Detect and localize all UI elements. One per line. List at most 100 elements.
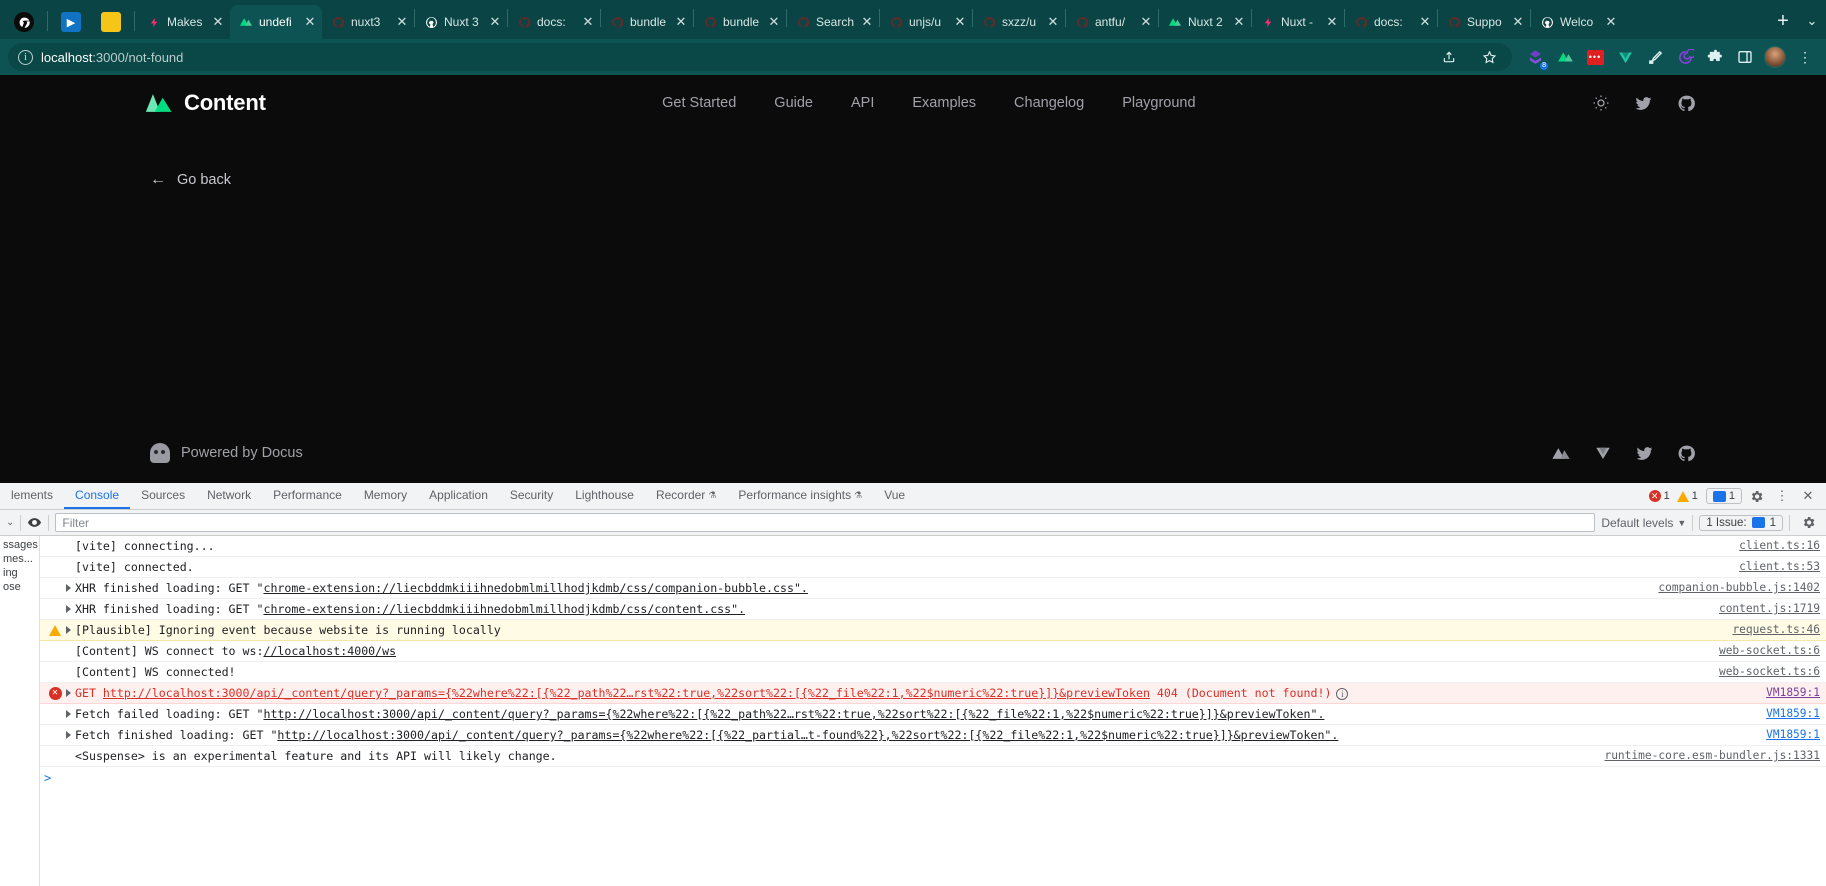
console-source-link[interactable]: client.ts:53 (1739, 557, 1820, 577)
nav-link[interactable]: Get Started (662, 95, 736, 111)
console-sidebar[interactable]: ssages mes... ing ose (0, 536, 40, 886)
console-log[interactable]: [vite] connecting... client.ts:16 [vite] c… (40, 536, 1826, 886)
vuetify-icon[interactable] (1594, 444, 1612, 462)
log-levels-dropdown[interactable]: Default levels ▼ (1601, 516, 1686, 530)
kebab-menu-icon[interactable]: ⋮ (1770, 485, 1794, 507)
kebab-menu-icon[interactable]: ⋮ (1792, 44, 1818, 70)
console-link[interactable]: //localhost:4000/ws (263, 644, 396, 658)
spiral-purple-icon[interactable] (1672, 44, 1698, 70)
close-icon[interactable]: ✕ (210, 14, 226, 30)
close-icon[interactable]: ✕ (1045, 14, 1061, 30)
devtools-tab[interactable]: Vue (873, 483, 916, 509)
eyedropper-icon[interactable] (1642, 44, 1668, 70)
notes-button[interactable] (91, 5, 131, 39)
powered-by-docus[interactable]: Powered by Docus (150, 443, 303, 463)
devtools-tab[interactable]: Sources (130, 483, 196, 509)
github-icon[interactable] (1677, 94, 1696, 113)
console-link[interactable]: chrome-extension://liecbddmkiiihnedobmlm… (263, 581, 807, 595)
expand-triangle-icon[interactable] (66, 584, 71, 592)
close-icon[interactable]: ✕ (1138, 14, 1154, 30)
console-source-link[interactable]: VM1859:1 (1766, 725, 1820, 745)
devtools-tab[interactable]: Network (196, 483, 262, 509)
browser-tab[interactable]: docs: ✕ (508, 5, 600, 39)
console-source-link[interactable]: VM1859:1 (1766, 683, 1820, 703)
sidebar-item[interactable]: ose (0, 580, 39, 594)
devtools-tab[interactable]: Memory (353, 483, 418, 509)
browser-tab[interactable]: docs: ✕ (1345, 5, 1437, 39)
console-link[interactable]: http://localhost:3000/api/_content/query… (277, 728, 1338, 742)
puzzle-icon[interactable] (1702, 44, 1728, 70)
vuetify-icon[interactable] (1612, 44, 1638, 70)
info-icon[interactable]: i (18, 49, 33, 65)
console-settings-gear-icon[interactable] (1796, 512, 1820, 534)
console-link[interactable]: http://localhost:3000/api/_content/query… (263, 707, 1324, 721)
context-selector[interactable]: ⌄ (6, 517, 14, 528)
close-icon[interactable]: ✕ (766, 14, 782, 30)
console-row[interactable]: XHR finished loading: GET "chrome-extens… (40, 599, 1826, 620)
close-icon[interactable]: ✕ (859, 14, 875, 30)
share-icon[interactable] (1436, 44, 1462, 70)
browser-tab[interactable]: Nuxt - ✕ (1252, 5, 1344, 39)
info-icon[interactable]: i (1336, 687, 1349, 700)
message-counter[interactable]: 1 (1705, 488, 1742, 504)
sidebar-item[interactable]: ssages (0, 538, 39, 552)
close-icon[interactable]: ✕ (1417, 14, 1433, 30)
devtools-tab[interactable]: Application (418, 483, 499, 509)
browser-tab[interactable]: Welco ✕ (1531, 5, 1623, 39)
nuxt-devtools-icon[interactable] (1552, 44, 1578, 70)
console-link[interactable]: chrome-extension://liecbddmkiiihnedobmlm… (263, 602, 745, 616)
devtools-tab[interactable]: Performance insights ⚗ (727, 483, 873, 509)
console-source-link[interactable]: web-socket.ts:6 (1719, 641, 1820, 661)
sidepanel-icon[interactable] (1732, 44, 1758, 70)
sidebar-item[interactable]: mes... (0, 552, 39, 566)
nuxt-icon[interactable] (1551, 446, 1571, 461)
star-icon[interactable] (1476, 44, 1502, 70)
expand-triangle-icon[interactable] (66, 731, 71, 739)
chrome-logo-button[interactable] (4, 5, 44, 39)
new-tab-button[interactable]: + (1768, 6, 1798, 36)
expand-triangle-icon[interactable] (66, 626, 71, 634)
sun-icon[interactable] (1592, 94, 1610, 112)
address-bar[interactable]: i localhost:3000/not-found (8, 43, 1512, 71)
console-row[interactable]: [vite] connecting... client.ts:16 (40, 536, 1826, 557)
brand[interactable]: Content (145, 90, 266, 116)
nav-link[interactable]: Changelog (1014, 95, 1084, 111)
browser-tab[interactable]: Nuxt 3 ✕ (415, 5, 507, 39)
eye-icon[interactable] (27, 515, 42, 530)
console-row[interactable]: Fetch failed loading: GET "http://localh… (40, 704, 1826, 725)
close-icon[interactable]: ✕ (1324, 14, 1340, 30)
console-row[interactable]: [Content] WS connect to ws://localhost:4… (40, 641, 1826, 662)
close-icon[interactable]: ✕ (302, 14, 318, 30)
console-source-link[interactable]: content.js:1719 (1719, 599, 1820, 619)
console-row[interactable]: <Suspense> is an experimental feature an… (40, 746, 1826, 767)
nav-link[interactable]: Examples (912, 95, 976, 111)
console-row[interactable]: ✕ GET http://localhost:3000/api/_content/… (40, 683, 1826, 704)
close-icon[interactable]: ✕ (1510, 14, 1526, 30)
console-prompt[interactable]: > (40, 767, 1826, 789)
gear-icon[interactable] (1744, 485, 1768, 507)
tab-search-button[interactable]: ⌄ (1798, 6, 1826, 36)
browser-tab[interactable]: antfu/ ✕ (1066, 5, 1158, 39)
twitter-icon[interactable] (1634, 94, 1653, 113)
video-button[interactable]: ▶ (51, 5, 91, 39)
console-row[interactable]: XHR finished loading: GET "chrome-extens… (40, 578, 1826, 599)
sidebar-item[interactable]: ing (0, 566, 39, 580)
expand-triangle-icon[interactable] (66, 689, 71, 697)
close-icon[interactable]: ✕ (1796, 485, 1820, 507)
browser-tab[interactable]: unjs/u ✕ (880, 5, 972, 39)
go-back-link[interactable]: ← Go back (150, 171, 231, 189)
console-source-link[interactable]: VM1859:1 (1766, 704, 1820, 724)
close-icon[interactable]: ✕ (673, 14, 689, 30)
console-source-link[interactable]: runtime-core.esm-bundler.js:1331 (1604, 746, 1820, 766)
expand-triangle-icon[interactable] (66, 710, 71, 718)
browser-tab[interactable]: bundle ✕ (601, 5, 693, 39)
nav-link[interactable]: API (851, 95, 874, 111)
console-row[interactable]: [Plausible] Ignoring event because websi… (40, 620, 1826, 641)
browser-tab[interactable]: Makes ✕ (138, 5, 230, 39)
filter-input[interactable]: Filter (55, 513, 1596, 532)
devtools-tab[interactable]: Console (64, 483, 131, 509)
devtools-tab[interactable]: lements (0, 483, 64, 509)
console-row[interactable]: Fetch finished loading: GET "http://loca… (40, 725, 1826, 746)
console-source-link[interactable]: request.ts:46 (1732, 620, 1820, 640)
issues-chip[interactable]: 1 Issue: 1 (1699, 514, 1783, 531)
